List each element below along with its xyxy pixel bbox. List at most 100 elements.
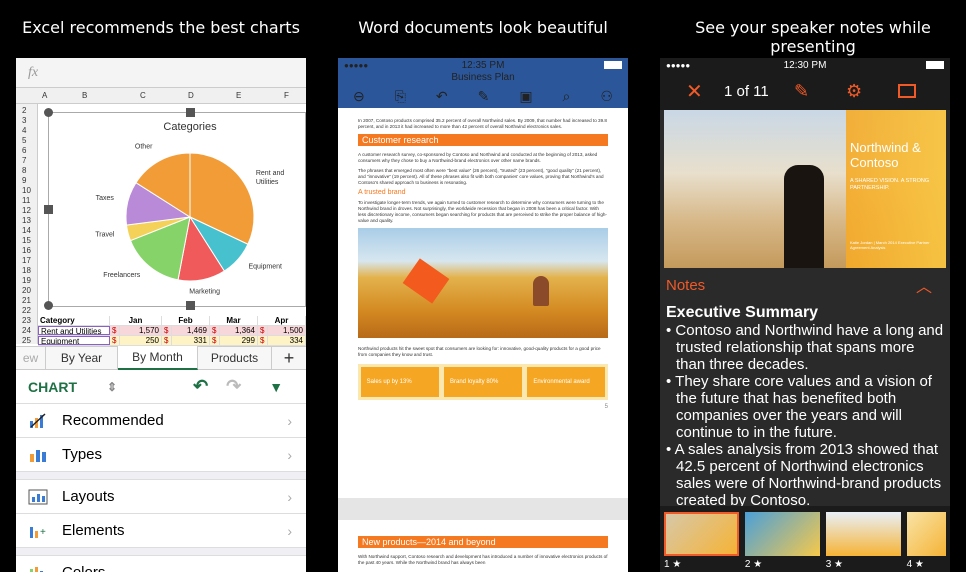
row-header[interactable]: 12 (22, 206, 31, 215)
settings-icon[interactable]: ⚙ (846, 81, 862, 102)
table-row[interactable]: Equipment $ 250 $ 331 $ 299 $ 334 (38, 336, 306, 346)
row-header[interactable]: 11 (22, 196, 30, 205)
table-cell[interactable]: $ (258, 326, 268, 335)
row-header[interactable]: 21 (22, 296, 31, 305)
chart-ribbon-label[interactable]: CHART (28, 379, 77, 395)
redo-icon[interactable]: ↷ (226, 376, 241, 397)
table-cell[interactable]: Equipment (38, 336, 110, 345)
row-header[interactable]: 17 (22, 256, 31, 265)
resize-handle[interactable] (44, 301, 53, 310)
table-cell[interactable]: 331 (172, 336, 210, 345)
row-header[interactable]: 10 (22, 186, 31, 195)
col-c[interactable]: C (140, 91, 146, 100)
page-two[interactable]: New products—2014 and beyond With Northw… (358, 532, 608, 566)
table-cell[interactable]: $ (162, 326, 172, 335)
speaker-notes[interactable]: Executive Summary Contoso and Northwind … (666, 304, 946, 509)
resize-handle[interactable] (186, 301, 195, 310)
collapse-ribbon-icon[interactable]: ▼ (269, 379, 283, 395)
col-d[interactable]: D (188, 91, 194, 100)
resize-handle[interactable] (44, 205, 53, 214)
pie-chart[interactable]: Categories Rent and Utilities Equipment Mar… (48, 112, 306, 307)
table-header[interactable]: Category (38, 316, 110, 325)
table-cell[interactable]: $ (258, 336, 268, 345)
add-sheet-button[interactable]: + (272, 346, 306, 370)
row-header[interactable]: 22 (22, 306, 31, 315)
resize-handle[interactable] (44, 108, 53, 117)
table-cell[interactable]: 334 (268, 336, 306, 345)
table-header[interactable]: Jan (110, 316, 162, 325)
row-header[interactable]: 3 (22, 116, 26, 125)
row-header[interactable]: 24 (22, 326, 31, 335)
menu-layouts[interactable]: Layouts › (16, 480, 306, 514)
document-body[interactable]: In 2007, Contoso products comprised 35.2… (338, 108, 628, 410)
table-cell[interactable]: $ (110, 336, 120, 345)
row-header[interactable]: 23 (22, 316, 31, 325)
menu-types[interactable]: Types › (16, 438, 306, 472)
menu-colors[interactable]: Colors (16, 556, 306, 572)
slide-thumbnail[interactable]: 3 ★ (825, 512, 901, 572)
col-a[interactable]: A (42, 91, 47, 100)
table-header[interactable]: Apr (258, 316, 306, 325)
table-cell[interactable]: 1,570 (120, 326, 162, 335)
reading-view-icon[interactable]: ▣ (519, 88, 532, 105)
table-cell[interactable]: $ (110, 326, 120, 335)
row-header[interactable]: 19 (22, 276, 31, 285)
tab-overview[interactable]: ew (16, 346, 46, 370)
search-icon[interactable]: ⌕ (563, 88, 571, 105)
table-cell[interactable]: $ (210, 336, 220, 345)
row-header[interactable]: 2 (22, 106, 26, 115)
formula-bar[interactable]: fx (16, 58, 306, 88)
table-cell[interactable]: 1,469 (172, 326, 210, 335)
table-cell[interactable]: $ (162, 336, 172, 345)
row-header[interactable]: 6 (22, 146, 26, 155)
resize-handle[interactable] (186, 108, 195, 117)
close-icon[interactable]: ✕ (686, 79, 703, 104)
row-header[interactable]: 7 (22, 156, 26, 165)
slide-thumbnail[interactable]: 2 ★ (744, 512, 820, 572)
row-header[interactable]: 9 (22, 176, 26, 185)
tab-by-month[interactable]: By Month (118, 346, 198, 370)
add-person-icon[interactable]: ⚇ (600, 88, 613, 105)
table-cell[interactable]: 250 (120, 336, 162, 345)
table-cell[interactable]: $ (210, 326, 220, 335)
table-cell[interactable]: 1,500 (268, 326, 306, 335)
slides-view-icon[interactable] (898, 84, 916, 98)
table-header[interactable]: Feb (162, 316, 210, 325)
col-e[interactable]: E (236, 91, 241, 100)
row-header[interactable]: 18 (22, 266, 31, 275)
pen-icon[interactable]: ✎ (794, 81, 809, 102)
row-header[interactable]: 25 (22, 336, 31, 345)
row-header[interactable]: 14 (22, 226, 31, 235)
back-icon[interactable]: ⊖ (353, 88, 365, 105)
thumbnail-label: 3 ★ (825, 559, 844, 570)
table-cell[interactable]: 299 (220, 336, 258, 345)
table-cell[interactable]: Rent and Utilities (38, 326, 110, 335)
row-header[interactable]: 5 (22, 136, 26, 145)
row-header[interactable]: 20 (22, 286, 31, 295)
table-header[interactable]: Mar (210, 316, 258, 325)
tab-products[interactable]: Products (198, 346, 272, 370)
row-header[interactable]: 8 (22, 166, 26, 175)
tab-by-year[interactable]: By Year (46, 346, 118, 370)
col-f[interactable]: F (284, 91, 289, 100)
table-cell[interactable]: 1,364 (220, 326, 258, 335)
format-icon[interactable]: ✎ (478, 88, 490, 105)
row-header[interactable]: 13 (22, 216, 31, 225)
table-row[interactable]: Rent and Utilities $ 1,570 $ 1,469 $ 1,3… (38, 326, 306, 336)
chevron-updown-icon[interactable]: ⇕ (107, 380, 117, 394)
share-icon[interactable]: ⎘ (395, 88, 406, 105)
menu-recommended[interactable]: Recommended › (16, 404, 306, 438)
row-header[interactable]: 15 (22, 236, 31, 245)
kite-photo[interactable] (358, 228, 608, 338)
slide-thumbnail[interactable]: 4 ★ (906, 512, 946, 572)
current-slide[interactable]: Northwind & Contoso A SHARED VISION. A S… (664, 110, 946, 268)
row-header[interactable]: 4 (22, 126, 26, 135)
slide-thumbnail[interactable]: 1 ★ (664, 512, 739, 572)
chevron-up-icon[interactable]: ︿ (916, 273, 932, 297)
menu-elements[interactable]: + Elements › (16, 514, 306, 548)
notes-header[interactable]: Notes ︿ (660, 270, 950, 300)
col-b[interactable]: B (82, 91, 87, 100)
undo-icon[interactable]: ↶ (193, 376, 208, 397)
undo-icon[interactable]: ↶ (436, 88, 448, 105)
row-header[interactable]: 16 (22, 246, 31, 255)
